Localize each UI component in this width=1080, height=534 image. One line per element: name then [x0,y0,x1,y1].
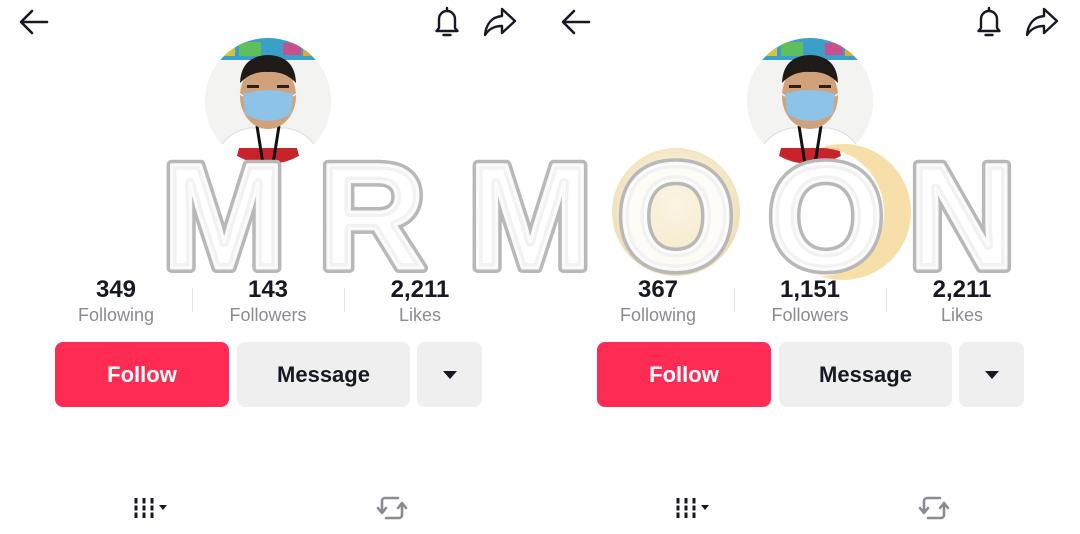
screenshot-stage: 349 Following 143 Followers 2,211 Likes … [0,0,1080,534]
followers-count: 1,151 [779,276,841,303]
message-button[interactable]: Message [779,342,952,407]
grid-icon [675,498,709,518]
following-label: Following [619,305,697,325]
profile-panel-left: 349 Following 143 Followers 2,211 Likes … [0,0,540,534]
avatar[interactable] [205,38,331,164]
share-button[interactable] [1022,2,1062,42]
likes-label: Likes [940,305,984,325]
back-button[interactable] [556,2,596,42]
following-count: 367 [637,276,679,303]
arrow-left-icon [19,9,49,35]
profile-stats: 349 Following 143 Followers 2,211 Likes [40,276,496,328]
following-label: Following [77,305,155,325]
tab-reposts[interactable] [912,486,956,530]
followers-label: Followers [229,305,307,325]
tab-videos[interactable] [665,486,721,530]
likes-count: 2,211 [932,276,992,303]
grid-icon [133,498,167,518]
bell-icon [435,6,459,37]
more-options-button[interactable] [959,342,1024,407]
stat-followers[interactable]: 1,151 Followers [734,276,886,326]
bell-icon [977,6,1001,37]
profile-stats: 367 Following 1,151 Followers 2,211 Like… [582,276,1038,328]
follow-button[interactable]: Follow [597,342,771,407]
caret-down-icon [984,370,999,379]
message-button[interactable]: Message [237,342,410,407]
notifications-button[interactable] [969,2,1009,42]
profile-panel-right: 367 Following 1,151 Followers 2,211 Like… [542,0,1080,534]
caret-down-icon [442,370,457,379]
stat-likes: 2,211 Likes [344,276,496,326]
tab-videos[interactable] [123,486,179,530]
likes-count: 2,211 [390,276,450,303]
arrow-left-icon [561,9,591,35]
stat-following[interactable]: 349 Following [40,276,192,326]
profile-photo [747,38,873,164]
follow-button[interactable]: Follow [55,342,229,407]
profile-photo [205,38,331,164]
back-button[interactable] [14,2,54,42]
following-count: 349 [95,276,137,303]
stat-following[interactable]: 367 Following [582,276,734,326]
repost-icon [376,496,408,520]
share-icon [483,7,517,37]
notifications-button[interactable] [427,2,467,42]
share-icon [1025,7,1059,37]
stat-followers[interactable]: 143 Followers [192,276,344,326]
stat-likes: 2,211 Likes [886,276,1038,326]
more-options-button[interactable] [417,342,482,407]
avatar[interactable] [747,38,873,164]
likes-label: Likes [398,305,442,325]
followers-label: Followers [771,305,849,325]
followers-count: 143 [247,276,289,303]
repost-icon [918,496,950,520]
share-button[interactable] [480,2,520,42]
tab-reposts[interactable] [370,486,414,530]
